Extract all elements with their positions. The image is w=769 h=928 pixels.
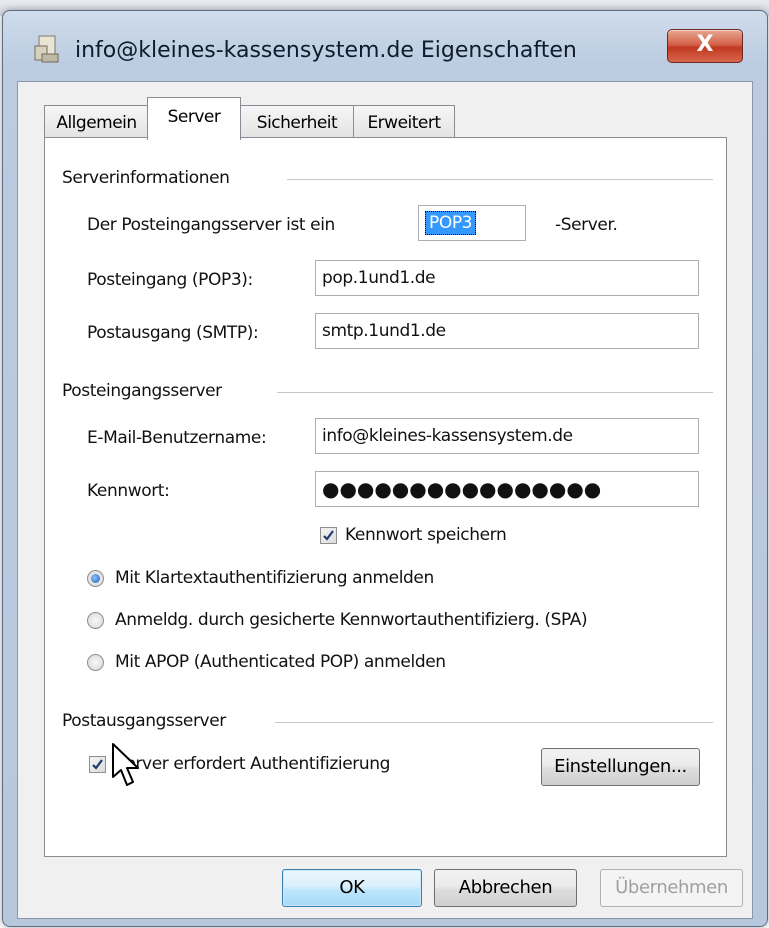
password-label: Kennwort: <box>87 481 170 501</box>
mouse-pointer-icon <box>109 741 149 793</box>
title-bar[interactable]: info@kleines-kassensystem.de Eigenschaft… <box>3 11 767 83</box>
ok-button[interactable]: OK <box>282 869 422 907</box>
tab-sicherheit[interactable]: Sicherheit <box>239 105 355 140</box>
auth-cleartext-label: Mit Klartextauthentifizierung anmelden <box>115 568 434 588</box>
auth-spa-radio[interactable] <box>87 612 104 629</box>
save-password-label: Kennwort speichern <box>345 525 507 545</box>
auth-apop-radio[interactable] <box>87 654 104 671</box>
group-divider <box>275 722 713 723</box>
tab-allgemein[interactable]: Allgemein <box>44 105 149 140</box>
account-properties-icon <box>33 34 61 64</box>
checkmark-icon <box>92 759 103 770</box>
save-password-checkbox[interactable] <box>320 527 337 544</box>
incoming-server-type-value: POP3 <box>425 211 477 235</box>
requires-auth-label: Server erfordert Authentifizierung <box>115 754 390 774</box>
window-title: info@kleines-kassensystem.de Eigenschaft… <box>75 38 577 63</box>
outgoing-server-label: Postausgang (SMTP): <box>87 323 259 343</box>
close-icon: X <box>696 32 714 57</box>
incoming-type-prefix: Der Posteingangsserver ist ein <box>87 215 335 235</box>
group-posteingangsserver: Posteingangsserver <box>62 381 222 401</box>
auth-cleartext-radio[interactable] <box>87 570 104 587</box>
outgoing-settings-button[interactable]: Einstellungen... <box>541 748 700 786</box>
auth-spa-label: Anmeldg. durch gesicherte Kennwortauthen… <box>115 610 588 630</box>
checkmark-icon <box>323 530 334 541</box>
group-divider <box>277 392 713 393</box>
auth-apop-label: Mit APOP (Authenticated POP) anmelden <box>115 652 446 672</box>
incoming-server-type-field[interactable]: POP3 <box>418 205 526 241</box>
cancel-button[interactable]: Abbrechen <box>434 869 577 907</box>
username-label: E-Mail-Benutzername: <box>87 428 267 448</box>
tab-server[interactable]: Server <box>147 97 241 140</box>
tab-erweitert[interactable]: Erweitert <box>353 105 455 140</box>
dialog-client-area: Allgemein Server Sicherheit Erweitert Se… <box>17 81 753 919</box>
apply-button[interactable]: Übernehmen <box>600 869 743 907</box>
close-button[interactable]: X <box>667 29 743 63</box>
group-postausgangsserver: Postausgangsserver <box>62 711 226 731</box>
username-field[interactable]: info@kleines-kassensystem.de <box>315 418 699 454</box>
incoming-server-label: Posteingang (POP3): <box>87 270 253 290</box>
outgoing-server-field[interactable]: smtp.1und1.de <box>315 313 699 349</box>
group-serverinformationen: Serverinformationen <box>62 168 230 188</box>
incoming-server-field[interactable]: pop.1und1.de <box>315 260 699 296</box>
requires-auth-checkbox[interactable] <box>89 756 106 773</box>
incoming-type-suffix: -Server. <box>555 215 618 235</box>
group-divider <box>287 179 713 180</box>
password-field[interactable]: ●●●●●●●●●●●●●●●● <box>315 471 699 507</box>
